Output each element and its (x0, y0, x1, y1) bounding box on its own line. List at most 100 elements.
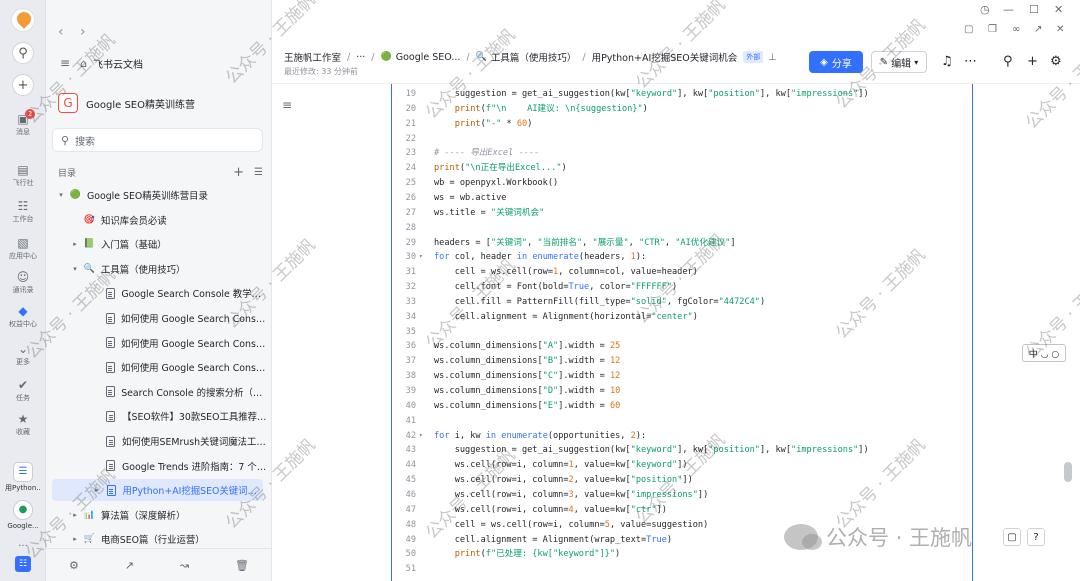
close-icon[interactable]: ✕ (1054, 3, 1063, 16)
rail-recent-app[interactable]: ● Google... (5, 500, 41, 531)
code-text: suggestion = get_ai_suggestion(kw["keywo… (434, 89, 869, 99)
link-icon[interactable]: ∞ (1012, 24, 1020, 35)
crumb-ellipsis[interactable]: ··· (356, 52, 365, 63)
rail-item-grid[interactable]: ☷ 工作台 (0, 199, 46, 224)
tree-node[interactable]: Google Search Console 教学：使... (46, 282, 268, 304)
more-apps-icon[interactable]: ... (0, 538, 46, 549)
share-out-icon[interactable]: ↗ (125, 559, 134, 572)
feishu-logo-icon[interactable] (11, 8, 35, 32)
share-button[interactable]: ◈ 分享 (809, 51, 863, 73)
code-line: 33 cell.fill = PatternFill(fill_type="so… (392, 295, 972, 310)
rail-item-contacts[interactable]: ☺ 通讯录 (0, 270, 46, 295)
rail-item-label: 应用中心 (9, 252, 37, 260)
help-icon[interactable]: ? (1027, 528, 1045, 546)
history-icon[interactable]: ◷ (980, 3, 990, 16)
settings-icon[interactable]: ⚙ (1050, 54, 1062, 69)
chevron-right-icon[interactable]: ▸ (92, 486, 102, 494)
home-icon[interactable]: ⌂ (80, 57, 87, 70)
chevron-right-icon[interactable]: ▸ (70, 240, 80, 248)
unread-badge: 2 (25, 109, 35, 119)
page-icon[interactable]: ▢ (1003, 528, 1021, 546)
chevron-down-icon[interactable]: ▾ (56, 191, 66, 199)
outline-icon[interactable]: ≡ (282, 98, 292, 112)
tree-node[interactable]: ▸ 📗 入门篇（基础） (46, 233, 268, 255)
window-close-icon[interactable]: ✕ (1056, 24, 1064, 35)
tree-node[interactable]: 如何使用 Google Search Console ... (46, 307, 268, 329)
line-number: 43 (405, 445, 416, 456)
code-line: 38 ws.column_dimensions["C"].width = 12 (392, 369, 972, 384)
toc-list-icon[interactable]: ☰ (254, 167, 263, 178)
settings-icon[interactable]: ⚙ (69, 559, 79, 572)
tree-node[interactable]: 如何使用SEMrush关键词魔法工具... (46, 430, 268, 452)
tree-node[interactable]: Search Console 的搜索分析（成效... (46, 381, 268, 403)
tree-node-label: Google SEO精英训练营目录 (87, 191, 208, 202)
fold-toggle-icon[interactable]: ▾ (419, 429, 427, 444)
line-number: 31 (405, 267, 416, 278)
open-window-icon[interactable]: ↗ (1034, 24, 1042, 35)
tree-node[interactable]: ▾ 🟢 Google SEO精英训练营目录 (46, 184, 268, 206)
edit-mode-button[interactable]: ✎ 编辑 ▾ (871, 51, 927, 73)
fold-toggle-icon[interactable]: ▾ (419, 250, 427, 265)
collapse-sidebar-icon[interactable]: ≡ (60, 56, 70, 70)
rail-item-star[interactable]: ★ 收藏 (0, 412, 46, 437)
node-emoji-icon: 📗 (83, 239, 96, 250)
crumb-workspace[interactable]: 王施帆工作室 (284, 50, 341, 64)
toc-label: 目录 (58, 168, 77, 179)
maximize-icon[interactable]: ☐ (1029, 3, 1039, 16)
minimize-icon[interactable]: — (1003, 3, 1014, 16)
add-icon[interactable]: + (12, 74, 34, 96)
tree-node[interactable]: 如何使用 Google Search Console ... (46, 332, 268, 354)
search-icon: ⚲ (61, 133, 70, 147)
chevron-down-icon[interactable]: ▾ (70, 265, 80, 273)
bell-icon[interactable]: ♫ (941, 54, 953, 69)
more-icon[interactable]: ⋯ (964, 54, 977, 69)
tree-node[interactable]: 【SEO软件】30款SEO工具推荐+... (46, 405, 268, 427)
copy-icon[interactable]: ❐ (988, 24, 997, 35)
tree-node[interactable]: Google Trends 进阶指南：7 个技... (46, 455, 268, 477)
rail-item-check[interactable]: ✔ 任务 (0, 378, 46, 403)
back-icon[interactable]: ‹ (58, 24, 64, 40)
doc-icon (104, 386, 116, 398)
stats-icon[interactable]: ↝ (180, 559, 189, 572)
rail-item-app-center[interactable]: ▧ 应用中心 (0, 236, 46, 261)
rail-item-diamond[interactable]: ◆ 权益中心 (0, 304, 46, 329)
line-number: 39 (405, 386, 416, 396)
doc-icon (104, 337, 116, 349)
trash-icon[interactable]: 🗑 (235, 559, 249, 572)
rail-item-chevron-down[interactable]: ⌄ 更多 (0, 342, 46, 367)
search-input[interactable]: ⚲ 搜索 (52, 128, 263, 152)
tree-node[interactable]: ▾ 🔍 工具篇（使用技巧） (46, 258, 268, 280)
tree-node[interactable]: 🎯 知识库会员必读 (46, 209, 268, 231)
line-number: 23 (405, 148, 416, 159)
rail-recent-app[interactable]: ☰ 用Python... (5, 462, 41, 493)
tree-node-active[interactable]: ▸ 用Python+AI挖掘SEO关键词机会 (52, 479, 263, 502)
line-number: 25 (405, 178, 416, 189)
pin-icon[interactable]: ⊥ (768, 52, 776, 63)
chevron-right-icon[interactable]: ▸ (70, 535, 80, 543)
line-number: 38 (405, 371, 416, 382)
crumb-space[interactable]: Google SEO... (396, 52, 461, 63)
space-title[interactable]: G Google SEO精英训练营 (58, 92, 258, 114)
code-line: 40 ws.column_dimensions["E"].width = 60 (392, 399, 972, 414)
code-line: 22 (392, 132, 972, 147)
comment-icon[interactable]: ▢ (964, 24, 973, 35)
tree-node[interactable]: ▸ 📊 算法篇（深度解析） (46, 504, 268, 526)
scrollbar[interactable] (1064, 462, 1072, 482)
brand-label[interactable]: 飞书云文档 (93, 56, 143, 71)
search-icon[interactable]: ⚲ (1003, 54, 1013, 69)
node-emoji-icon: 🛒 (83, 534, 96, 545)
crumb-section[interactable]: 工具篇（使用技巧） (491, 50, 577, 64)
workspace-switch-icon[interactable]: ☷ (15, 556, 31, 572)
code-block[interactable]: 19 suggestion = get_ai_suggestion(kw["ke… (391, 84, 973, 581)
tree-node-label: 如何使用 Google Search Console ... (121, 363, 268, 375)
forward-icon[interactable]: › (80, 24, 86, 40)
ime-indicator[interactable]: 中 ◡ ○ (1022, 344, 1066, 362)
chevron-right-icon[interactable]: ▸ (70, 511, 80, 519)
rail-item-feixing[interactable]: ▤ 飞行社 (0, 163, 46, 188)
add-node-icon[interactable]: + (233, 165, 244, 180)
code-line: 36 ws.column_dimensions["A"].width = 25 (392, 339, 972, 354)
tree-node[interactable]: 如何使用 Google Search Console ... (46, 356, 268, 378)
search-icon[interactable]: ⚲ (12, 42, 34, 64)
add-icon[interactable]: + (1027, 54, 1038, 69)
rail-item-chat[interactable]: ▣ 消息 2 (0, 109, 46, 137)
